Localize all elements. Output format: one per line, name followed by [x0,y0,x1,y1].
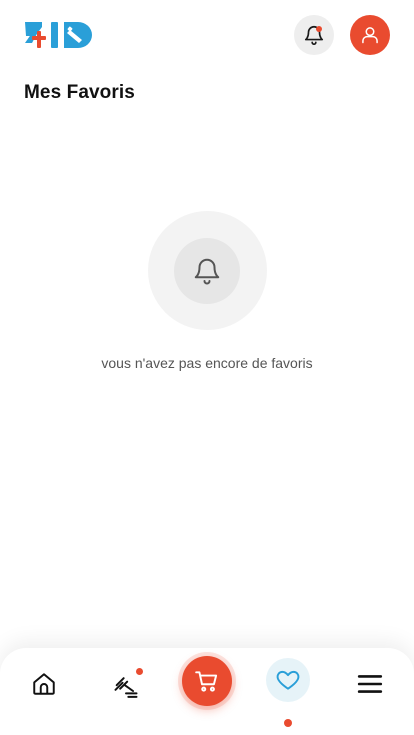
nav-home[interactable] [28,668,60,700]
page-title: Mes Favoris [24,82,135,103]
nav-menu[interactable] [354,668,386,700]
empty-state: vous n'avez pas encore de favoris [0,211,414,371]
auction-badge [136,668,143,675]
nav-auctions[interactable] [110,668,143,700]
bell-icon [194,258,220,284]
notification-badge [316,26,322,32]
nav-cart[interactable] [182,656,232,706]
cart-icon [195,671,218,692]
header-actions [294,15,390,55]
favorites-screen: Mes Favoris vous n'avez pas encore de fa… [0,0,414,735]
menu-icon [357,675,383,693]
empty-state-message: vous n'avez pas encore de favoris [101,355,313,371]
auction-hammer-icon [114,677,138,698]
bottom-navigation [0,648,414,735]
empty-state-inner-circle [174,237,240,304]
profile-button[interactable] [350,15,390,55]
empty-state-illustration [147,211,267,330]
nav-favorites[interactable] [266,658,310,702]
home-icon [33,673,55,695]
notification-button[interactable] [294,15,334,55]
top-header [24,14,390,56]
user-icon [362,27,378,44]
active-indicator [284,719,292,727]
heart-icon [276,670,300,690]
zid-logo[interactable] [24,21,94,49]
